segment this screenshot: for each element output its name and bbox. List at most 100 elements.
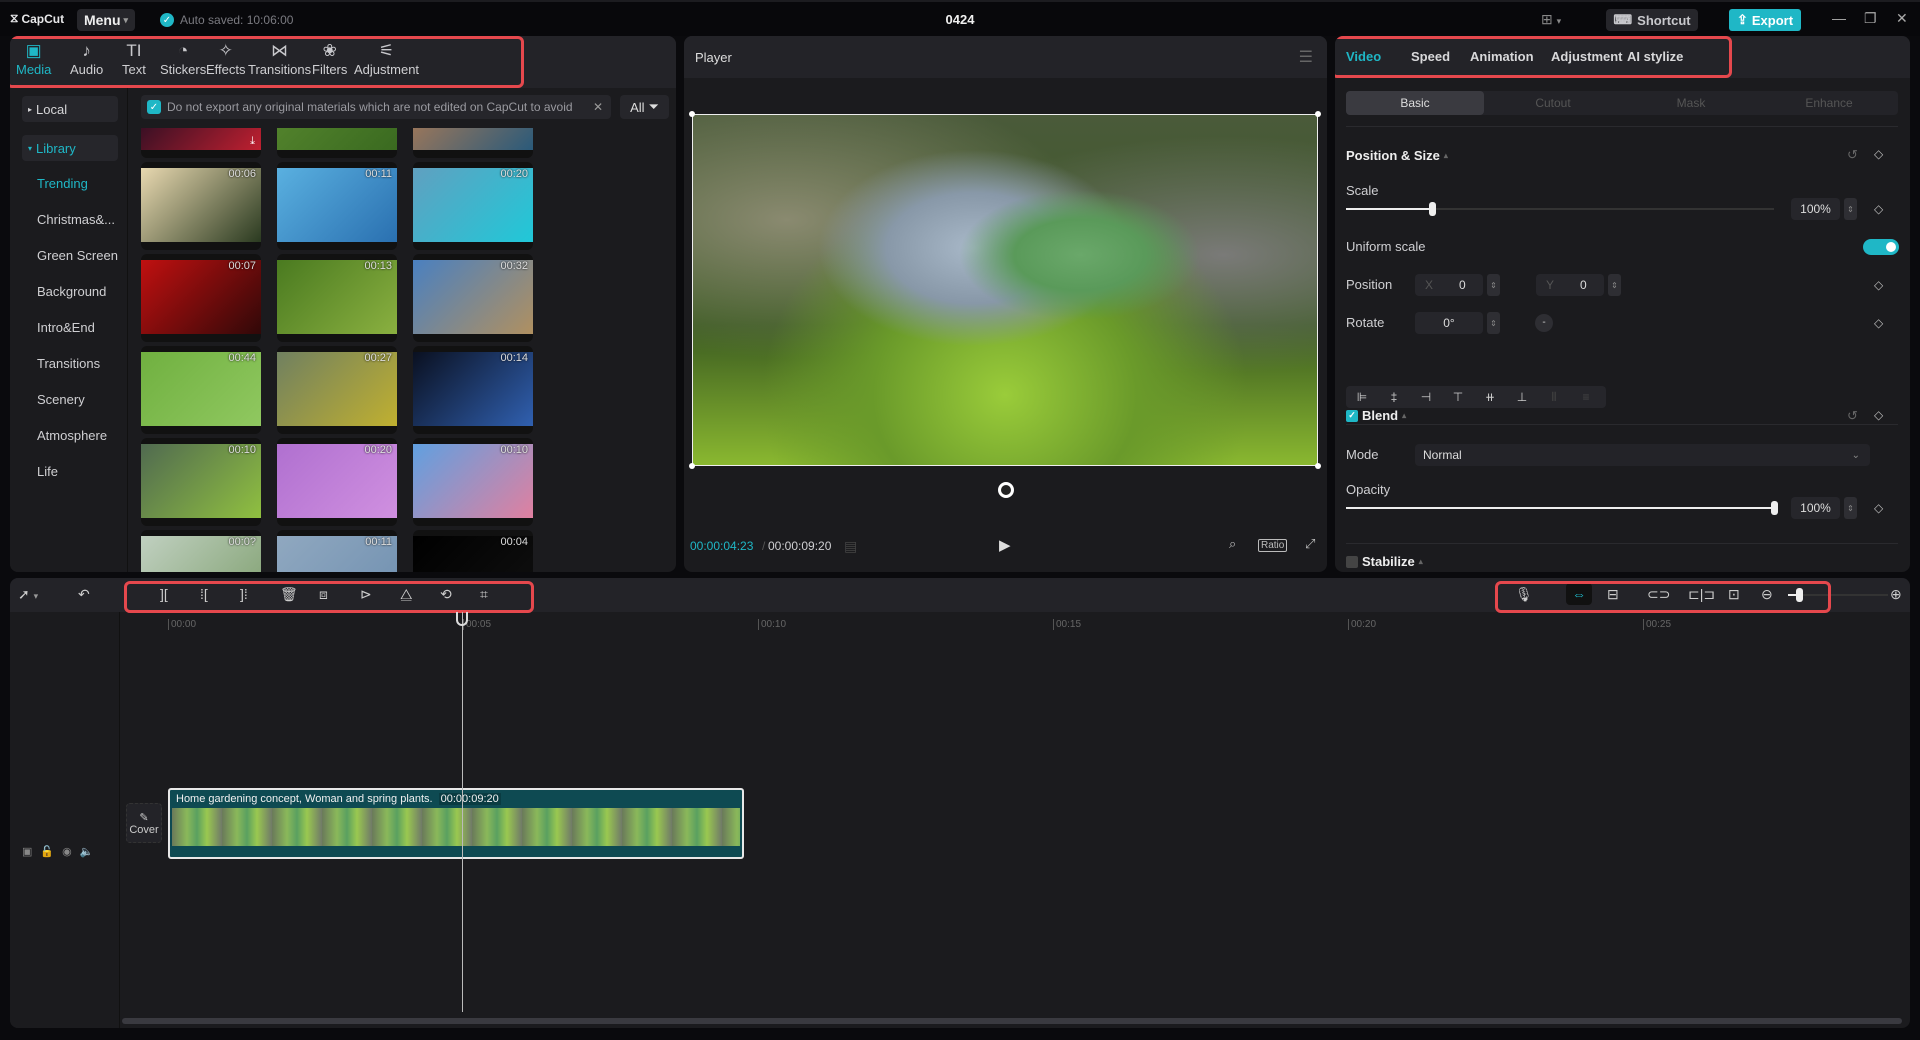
- visibility-icon[interactable]: ◉: [62, 845, 72, 858]
- media-thumbnail[interactable]: 00:06: [141, 162, 261, 250]
- auto-snap-icon[interactable]: ⊟: [1607, 586, 1619, 603]
- cover-button[interactable]: ✎ Cover: [126, 803, 162, 843]
- media-thumbnail[interactable]: 00:10: [413, 438, 533, 526]
- category-item[interactable]: Background: [37, 284, 106, 299]
- close-button[interactable]: ✕: [1896, 10, 1908, 27]
- tab-transitions[interactable]: ⋈ Transitions: [248, 40, 311, 77]
- delete-icon[interactable]: 🗑: [280, 586, 298, 603]
- reset-icon[interactable]: ↺: [1847, 147, 1858, 163]
- track-toggle-icon[interactable]: ▣: [22, 845, 32, 858]
- split-icon[interactable]: ][: [160, 586, 168, 602]
- media-thumbnail[interactable]: ⤓: [141, 128, 261, 158]
- category-item[interactable]: Trending: [37, 176, 88, 191]
- tab-filters[interactable]: ❀ Filters: [312, 40, 347, 77]
- align-top-icon[interactable]: ⊤: [1442, 390, 1474, 404]
- subtab-enhance[interactable]: Enhance: [1760, 91, 1898, 115]
- resize-handle[interactable]: [689, 463, 695, 469]
- timeline-ruler[interactable]: 00:00 00:05 00:10 00:15 00:20 00:25: [120, 612, 1910, 636]
- scale-stepper[interactable]: ⇕: [1844, 198, 1857, 220]
- distribute-v-icon[interactable]: ≡: [1570, 390, 1602, 404]
- scale-value[interactable]: 100%: [1791, 198, 1840, 220]
- minimize-button[interactable]: —: [1832, 10, 1846, 26]
- frame-grid-icon[interactable]: ▤: [844, 538, 857, 555]
- preview-axis-icon[interactable]: ⊏|⊐: [1688, 586, 1715, 603]
- tab-ai-stylize[interactable]: AI stylize: [1627, 49, 1683, 64]
- media-thumbnail[interactable]: 00:20: [413, 162, 533, 250]
- media-thumbnail[interactable]: 00:0?: [141, 530, 261, 572]
- slider-knob[interactable]: [1796, 588, 1803, 602]
- media-thumbnail[interactable]: 00:10: [141, 438, 261, 526]
- playhead-handle[interactable]: [456, 612, 468, 626]
- tab-effects[interactable]: ✧ Effects: [206, 40, 246, 77]
- scale-slider[interactable]: [1346, 202, 1774, 216]
- media-thumbnail[interactable]: 00:20: [277, 438, 397, 526]
- tab-media[interactable]: ▣ Media: [16, 40, 51, 77]
- rotate-stepper[interactable]: ⇕: [1487, 312, 1500, 334]
- distribute-h-icon[interactable]: ⫴: [1538, 390, 1570, 405]
- resize-handle[interactable]: [1315, 463, 1321, 469]
- main-track-magnet-icon[interactable]: ⇔: [1566, 583, 1592, 605]
- stabilize-checkbox[interactable]: [1346, 555, 1358, 568]
- media-thumbnail[interactable]: 00:32: [413, 254, 533, 342]
- align-right-icon[interactable]: ⊣: [1410, 390, 1442, 404]
- rotate-input[interactable]: 0°: [1415, 312, 1483, 334]
- category-item[interactable]: Atmosphere: [37, 428, 107, 443]
- media-thumbnail[interactable]: 00:11: [277, 162, 397, 250]
- download-icon[interactable]: ⤓: [250, 135, 255, 148]
- media-thumbnail[interactable]: 00:11: [277, 530, 397, 572]
- position-x-input[interactable]: X0: [1415, 274, 1483, 296]
- layout-button[interactable]: ⊞ ▾: [1541, 11, 1561, 28]
- rotate-dial[interactable]: -: [1535, 314, 1553, 332]
- filter-button[interactable]: All ⏷: [620, 95, 669, 119]
- tab-speed[interactable]: Speed: [1411, 49, 1450, 64]
- tab-adjustment[interactable]: ⚟ Adjustment: [354, 40, 419, 77]
- keyframe-icon[interactable]: ◇: [1874, 147, 1883, 161]
- slider-knob[interactable]: [1771, 501, 1778, 515]
- position-y-input[interactable]: Y0: [1536, 274, 1604, 296]
- opacity-slider[interactable]: [1346, 501, 1778, 515]
- keyframe-icon[interactable]: ◇: [1874, 501, 1883, 515]
- align-bottom-icon[interactable]: ⊥: [1506, 390, 1538, 404]
- subtab-cutout[interactable]: Cutout: [1484, 91, 1622, 115]
- blend-header-row[interactable]: ✓ Blend ▴: [1346, 408, 1406, 423]
- subtab-basic[interactable]: Basic: [1346, 91, 1484, 115]
- rotate-handle[interactable]: [998, 482, 1014, 498]
- align-center-h-icon[interactable]: ‡: [1378, 390, 1410, 404]
- restore-button[interactable]: ❐: [1864, 10, 1877, 27]
- keyframe-icon[interactable]: ◇: [1874, 408, 1883, 422]
- lock-icon[interactable]: 🔓: [40, 845, 54, 858]
- link-icon[interactable]: ⊂⊃: [1647, 586, 1670, 603]
- rotate-icon[interactable]: ⟲: [440, 586, 452, 603]
- position-x-stepper[interactable]: ⇕: [1487, 274, 1500, 296]
- resize-handle[interactable]: [1315, 111, 1321, 117]
- select-tool-icon[interactable]: ➚ ▾: [18, 586, 38, 603]
- media-thumbnail[interactable]: 00:13: [277, 254, 397, 342]
- zoom-to-fit-icon[interactable]: ⊡: [1728, 586, 1740, 603]
- media-thumbnail[interactable]: 00:14: [413, 346, 533, 434]
- position-y-stepper[interactable]: ⇕: [1608, 274, 1621, 296]
- microphone-icon[interactable]: 🎙: [1515, 586, 1533, 603]
- play-button[interactable]: ▶: [999, 536, 1011, 554]
- blend-checkbox[interactable]: ✓: [1346, 409, 1358, 422]
- zoom-preview-icon[interactable]: ⌕: [1229, 536, 1236, 552]
- opacity-value[interactable]: 100%: [1791, 497, 1840, 519]
- crop-icon[interactable]: ⌗: [480, 586, 488, 603]
- menu-icon[interactable]: ☰: [1299, 47, 1313, 67]
- reset-icon[interactable]: ↺: [1847, 408, 1858, 424]
- tab-audio[interactable]: ♪ Audio: [70, 40, 103, 77]
- category-item[interactable]: Transitions: [37, 356, 100, 371]
- category-item[interactable]: Scenery: [37, 392, 85, 407]
- stabilize-header[interactable]: Stabilize ▴: [1346, 554, 1423, 569]
- audio-icon[interactable]: 🔈: [80, 845, 94, 858]
- playhead[interactable]: [462, 612, 463, 1012]
- tab-animation[interactable]: Animation: [1470, 49, 1534, 64]
- media-thumbnail[interactable]: [413, 128, 533, 158]
- blend-mode-select[interactable]: Normal ⌄: [1415, 444, 1870, 466]
- tab-video[interactable]: Video: [1346, 49, 1381, 64]
- sidebar-library[interactable]: ▾ Library: [22, 135, 118, 161]
- ratio-button[interactable]: Ratio: [1258, 536, 1288, 552]
- keyframe-icon[interactable]: ◇: [1874, 278, 1883, 292]
- slider-knob[interactable]: [1428, 202, 1436, 216]
- category-item[interactable]: Intro&End: [37, 320, 95, 335]
- opacity-stepper[interactable]: ⇕: [1844, 497, 1857, 519]
